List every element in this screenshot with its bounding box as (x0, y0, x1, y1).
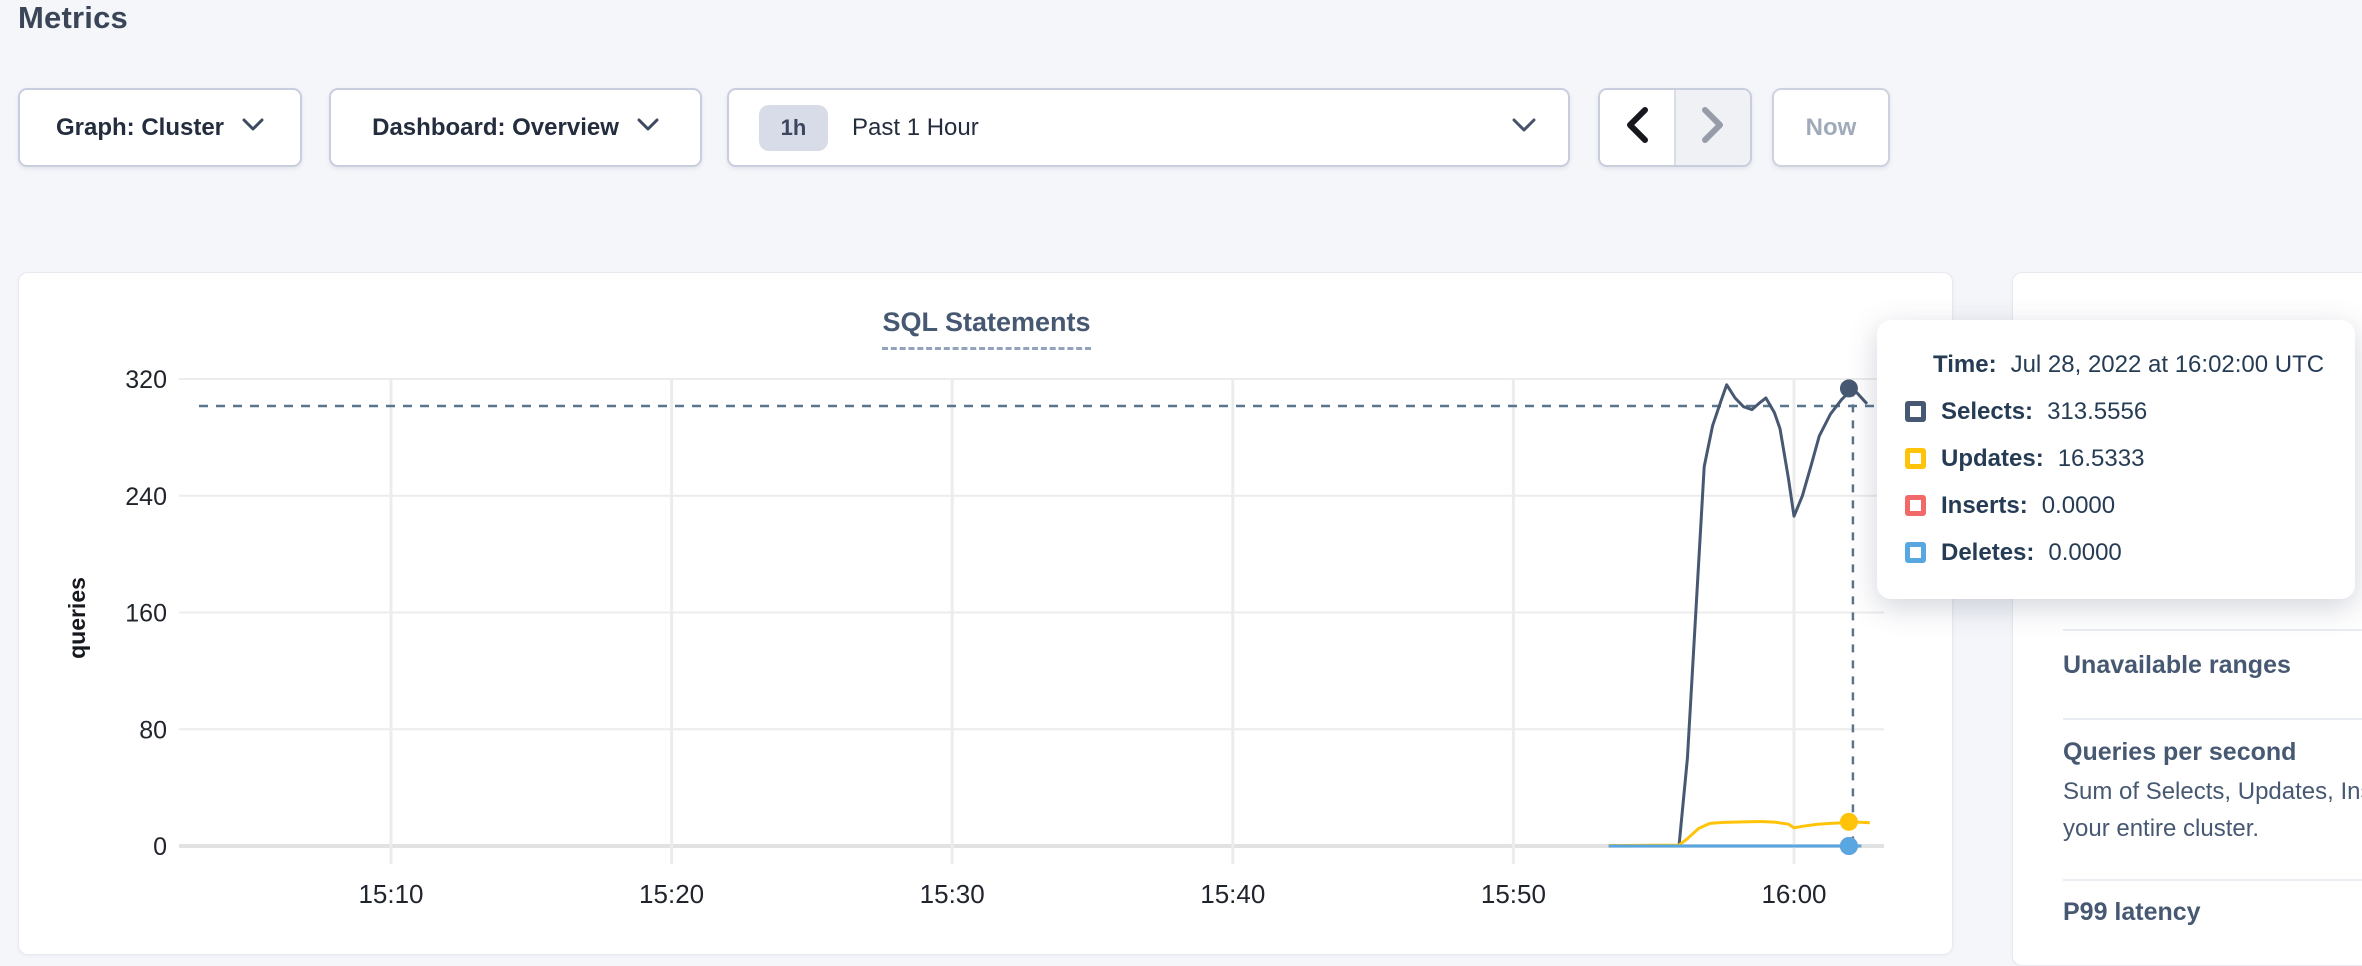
svg-text:15:30: 15:30 (920, 879, 985, 909)
tooltip-series-value: 0.0000 (2048, 539, 2121, 567)
tooltip-time-label: Time: (1933, 351, 1997, 379)
now-button[interactable]: Now (1772, 88, 1890, 167)
svg-text:queries: queries (64, 577, 90, 659)
chevron-down-icon (637, 118, 659, 137)
chevron-down-icon (242, 118, 264, 137)
graph-dropdown-label: Graph: Cluster (56, 114, 224, 142)
time-range-badge: 1h (759, 105, 828, 151)
chart-hover-tooltip: Time: Jul 28, 2022 at 16:02:00 UTC Selec… (1877, 320, 2355, 599)
tooltip-series-value: 0.0000 (2042, 492, 2115, 520)
inserts-swatch-icon (1905, 495, 1926, 516)
tooltip-series-label: Inserts: (1941, 492, 2028, 520)
sidebar-item-unavailable-ranges: Unavailable ranges (2063, 651, 2291, 680)
tooltip-series-row: Updates: 16.5333 (1877, 444, 2355, 473)
now-button-label: Now (1806, 114, 1857, 142)
selects-swatch-icon (1905, 401, 1926, 422)
sidebar-item-p99-latency: P99 latency (2063, 898, 2201, 927)
tooltip-series-value: 16.5333 (2058, 445, 2145, 473)
tooltip-time-value: Jul 28, 2022 at 16:02:00 UTC (2011, 351, 2325, 379)
dashboard-dropdown[interactable]: Dashboard: Overview (329, 88, 702, 167)
svg-text:15:20: 15:20 (639, 879, 704, 909)
tooltip-time-row: Time: Jul 28, 2022 at 16:02:00 UTC (1877, 350, 2355, 379)
svg-text:240: 240 (125, 483, 167, 511)
dashboard-dropdown-label: Dashboard: Overview (372, 114, 619, 142)
next-time-button[interactable] (1676, 90, 1750, 165)
tooltip-series-row: Selects: 313.5556 (1877, 397, 2355, 426)
tooltip-series-label: Deletes: (1941, 539, 2034, 567)
page-title: Metrics (18, 0, 128, 36)
graph-dropdown[interactable]: Graph: Cluster (18, 88, 302, 167)
divider (2063, 718, 2362, 720)
svg-text:0: 0 (153, 833, 167, 861)
time-range-selector[interactable]: 1h Past 1 Hour (727, 88, 1570, 167)
time-range-label: Past 1 Hour (852, 114, 979, 142)
deletes-swatch-icon (1905, 542, 1926, 563)
divider (2063, 629, 2362, 631)
updates-swatch-icon (1905, 448, 1926, 469)
chevron-down-icon (1512, 118, 1536, 138)
sidebar-item-description-line: Sum of Selects, Updates, Inserts and Del… (2063, 778, 2362, 806)
chevron-left-icon (1626, 107, 1648, 148)
previous-time-button[interactable] (1600, 90, 1676, 165)
sql-statements-chart-card: SQL Statements 08016024032015:1015:2015:… (18, 272, 1953, 955)
sidebar-item-queries-per-second: Queries per second (2063, 738, 2296, 767)
tooltip-series-row: Inserts: 0.0000 (1877, 491, 2355, 520)
sql-statements-plot[interactable]: 0 80 160 240 320 15:10 15:20 15:30 15:40 15:50 16:… (19, 273, 1954, 956)
svg-text:80: 80 (139, 716, 167, 744)
tooltip-series-label: Selects: (1941, 398, 2033, 426)
tooltip-series-row: Deletes: 0.0000 (1877, 538, 2355, 567)
tooltip-series-label: Updates: (1941, 445, 2044, 473)
svg-text:15:40: 15:40 (1200, 879, 1265, 909)
svg-text:160: 160 (125, 600, 167, 628)
sidebar-item-description-line: your entire cluster. (2063, 815, 2259, 843)
divider (2063, 879, 2362, 881)
svg-text:320: 320 (125, 366, 167, 394)
tooltip-series-value: 313.5556 (2047, 398, 2147, 426)
chevron-right-icon (1702, 107, 1724, 148)
svg-text:15:50: 15:50 (1481, 879, 1546, 909)
time-step-buttons (1598, 88, 1752, 167)
svg-text:16:00: 16:00 (1761, 879, 1826, 909)
svg-text:15:10: 15:10 (358, 879, 423, 909)
